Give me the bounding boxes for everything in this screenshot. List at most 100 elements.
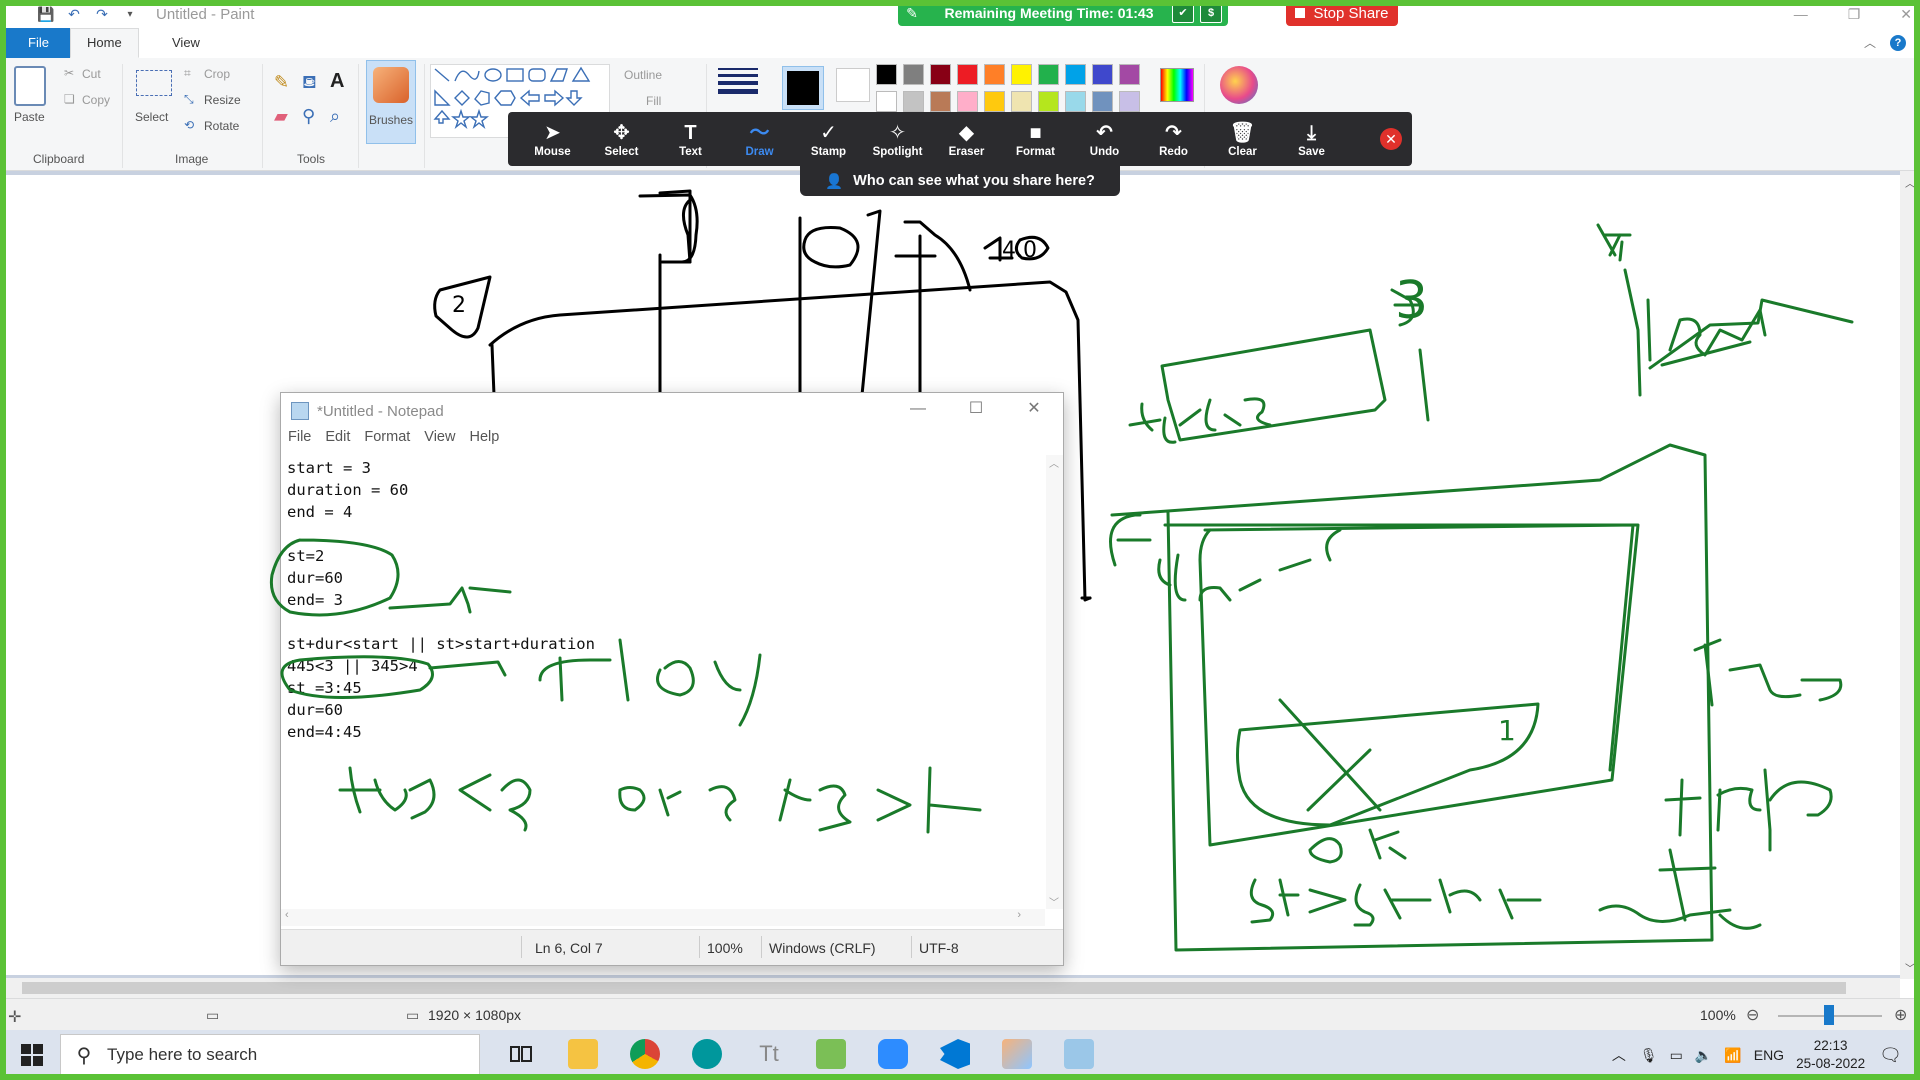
annotation-tool-text[interactable]: T Text (656, 112, 725, 166)
color-picker-icon[interactable]: ⚲ (302, 106, 315, 127)
palette-swatch[interactable] (903, 91, 924, 112)
arduino-icon[interactable] (692, 1039, 722, 1069)
annotation-tool-undo[interactable]: ↶ Undo (1070, 112, 1139, 166)
paste-button[interactable]: Paste (14, 110, 45, 124)
palette-swatch[interactable] (1065, 64, 1086, 85)
paint-3d-taskbar-icon[interactable] (1002, 1039, 1032, 1069)
palette-swatch[interactable] (1119, 91, 1140, 112)
notepad-minimize-button[interactable]: — (889, 393, 947, 425)
eraser-icon[interactable]: ▰ (274, 106, 288, 127)
notepad-text-area[interactable]: start = 3 duration = 60 end = 4 st=2 dur=60 e… (287, 457, 1047, 909)
close-annotation-icon[interactable]: ✕ (1380, 128, 1402, 150)
palette-swatch[interactable] (984, 91, 1005, 112)
typing-tutor-icon[interactable]: Tt (754, 1039, 784, 1069)
pay-icon[interactable]: $ (1200, 3, 1222, 23)
palette-swatch[interactable] (1038, 91, 1059, 112)
maximize-button[interactable]: ❐ (1848, 6, 1861, 23)
save-icon[interactable]: 💾 (37, 6, 54, 22)
np-scroll-right-icon[interactable]: › (1017, 909, 1021, 921)
cut-icon[interactable]: ✂ (64, 66, 74, 80)
notepad-menu-file[interactable]: File (288, 429, 311, 453)
vscode-icon[interactable] (940, 1039, 970, 1069)
vertical-scrollbar[interactable]: ︿ ﹀ (1900, 171, 1920, 979)
palette-swatch[interactable] (1011, 64, 1032, 85)
palette-swatch[interactable] (930, 91, 951, 112)
zoom-in-button[interactable]: ⊕ (1894, 1005, 1907, 1025)
annotation-tool-stamp[interactable]: ✓ Stamp (794, 112, 863, 166)
paste-icon[interactable] (14, 66, 46, 106)
zoom-out-button[interactable]: ⊖ (1746, 1005, 1759, 1025)
close-button[interactable]: ✕ (1900, 6, 1912, 23)
chrome-icon[interactable] (630, 1039, 660, 1069)
taskbar-search-box[interactable]: ⚲ Type here to search (60, 1034, 480, 1076)
palette-swatch[interactable] (984, 64, 1005, 85)
palette-swatch[interactable] (930, 64, 951, 85)
scroll-up-icon[interactable]: ︿ (1905, 175, 1915, 190)
annotation-tool-format[interactable]: ■ Format (1001, 112, 1070, 166)
input-language[interactable]: ENG (1754, 1047, 1784, 1063)
redo-icon[interactable]: ↷ (94, 6, 110, 22)
show-hidden-icons[interactable]: ︿ (1612, 1045, 1626, 1065)
fill-button[interactable]: Fill (646, 94, 661, 108)
rotate-button[interactable]: Rotate (204, 119, 239, 133)
resize-button[interactable]: Resize (204, 93, 241, 107)
customize-qat-icon[interactable]: ▾ (122, 6, 138, 22)
size-button[interactable] (718, 68, 758, 102)
annotation-tool-save[interactable]: ⤓ Save (1277, 112, 1346, 166)
crop-button[interactable]: Crop (204, 67, 230, 81)
horizontal-scroll-thumb[interactable] (22, 982, 1846, 994)
security-shield-icon[interactable]: ✔ (1172, 3, 1194, 23)
notepad-menu-view[interactable]: View (424, 429, 455, 453)
zoom-taskbar-icon[interactable] (878, 1039, 908, 1069)
np-scroll-down-icon[interactable]: ﹀ (1049, 894, 1059, 909)
palette-swatch[interactable] (903, 64, 924, 85)
palette-swatch[interactable] (876, 64, 897, 85)
notepad-vertical-scrollbar[interactable]: ︿ ﹀ (1046, 455, 1063, 909)
annotation-tool-redo[interactable]: ↷ Redo (1139, 112, 1208, 166)
tab-file[interactable]: File (6, 28, 71, 58)
palette-swatch[interactable] (957, 91, 978, 112)
notepad-menu-format[interactable]: Format (364, 429, 410, 453)
crop-icon[interactable]: ⌗ (184, 66, 191, 81)
cut-button[interactable]: Cut (82, 67, 101, 81)
select-button[interactable]: Select (135, 110, 168, 124)
rotate-icon[interactable]: ⟲ (184, 118, 194, 132)
palette-swatch[interactable] (1011, 91, 1032, 112)
fill-bucket-icon[interactable]: ⛾ (302, 72, 317, 96)
stop-share-button[interactable]: Stop Share (1286, 0, 1398, 26)
palette-swatch[interactable] (1092, 91, 1113, 112)
palette-swatch[interactable] (1092, 64, 1113, 85)
help-icon[interactable]: ? (1890, 34, 1906, 51)
notepad-taskbar-icon[interactable] (1064, 1039, 1094, 1069)
annotation-tool-clear[interactable]: 🗑 Clear (1208, 112, 1277, 166)
notifications-icon[interactable]: 🗨 (1879, 1045, 1902, 1066)
notepad-maximize-button[interactable]: ☐ (947, 393, 1005, 425)
np-scroll-up-icon[interactable]: ︿ (1049, 455, 1059, 470)
magnifier-icon[interactable]: ⌕ (330, 106, 340, 127)
paint-taskbar-icon[interactable] (816, 1039, 846, 1069)
volume-icon[interactable]: 🔈 (1695, 1047, 1712, 1064)
undo-icon[interactable]: ↶ (66, 6, 82, 22)
color-1-swatch[interactable] (782, 66, 824, 110)
resize-icon[interactable]: ⤡ (184, 92, 194, 107)
palette-swatch[interactable] (1065, 91, 1086, 112)
notepad-menu-edit[interactable]: Edit (325, 429, 350, 453)
minimize-button[interactable]: — (1794, 6, 1808, 22)
outline-button[interactable]: Outline (624, 68, 662, 82)
tab-view[interactable]: View (156, 30, 216, 56)
tab-home[interactable]: Home (70, 28, 139, 58)
horizontal-scrollbar[interactable] (0, 978, 1900, 998)
select-icon[interactable] (136, 70, 172, 96)
paint-3d-icon[interactable] (1220, 66, 1258, 104)
annotation-tool-mouse[interactable]: ➤ Mouse (518, 112, 587, 166)
microphone-icon[interactable]: 🎙 (1640, 1047, 1658, 1064)
who-can-see-banner[interactable]: 👤 Who can see what you share here? (800, 166, 1120, 196)
battery-icon[interactable]: ▭ (1670, 1047, 1683, 1064)
palette-swatch[interactable] (957, 64, 978, 85)
collapse-ribbon-icon[interactable]: ︿ (1864, 34, 1876, 51)
color-2-swatch[interactable] (836, 68, 870, 102)
file-explorer-icon[interactable] (568, 1039, 598, 1069)
palette-swatch[interactable] (1119, 64, 1140, 85)
copy-icon[interactable]: ❏ (64, 92, 75, 106)
pencil-icon[interactable]: ✎ (274, 72, 289, 93)
